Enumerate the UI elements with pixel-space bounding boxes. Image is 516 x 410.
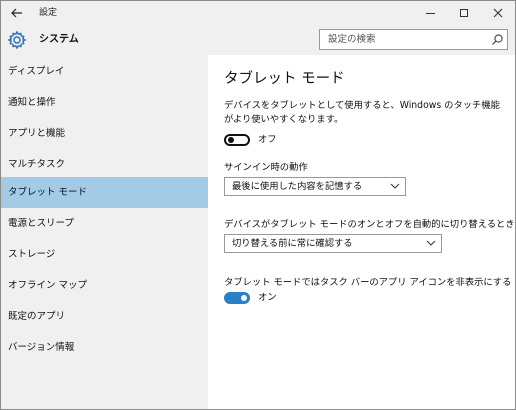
sidebar-item-tablet-mode[interactable]: タブレット モード [1, 177, 208, 208]
chevron-down-icon [390, 183, 400, 189]
main-content: タブレット モード デバイスをタブレットとして使用すると、Windows のタッ… [208, 55, 515, 409]
section-title: タブレット モード [224, 71, 345, 87]
close-icon [493, 8, 503, 18]
search-input[interactable]: 設定の検索 [319, 29, 508, 50]
close-button[interactable] [481, 1, 515, 25]
maximize-icon [460, 9, 468, 17]
sidebar-item-multitasking[interactable]: マルチタスク [1, 149, 208, 180]
signin-behavior-value: 最後に使用した内容を記憶する [232, 181, 363, 192]
sidebar-item-storage[interactable]: ストレージ [1, 239, 208, 270]
header: システム 設定の検索 [1, 25, 515, 55]
sidebar-item-notifications[interactable]: 通知と操作 [1, 87, 208, 118]
auto-switch-dropdown[interactable]: 切り替える前に常に確認する [224, 234, 442, 253]
sidebar-item-offline-maps[interactable]: オフライン マップ [1, 270, 208, 301]
window-title: 設定 [39, 8, 58, 18]
search-placeholder: 設定の検索 [328, 34, 376, 45]
hide-app-icons-toggle[interactable] [224, 292, 250, 304]
hide-app-icons-toggle-label: オン [258, 292, 277, 303]
minimize-icon [425, 12, 435, 14]
auto-switch-value: 切り替える前に常に確認する [232, 238, 353, 249]
chevron-down-icon [426, 240, 436, 246]
sidebar-item-power-sleep[interactable]: 電源とスリープ [1, 208, 208, 239]
title-bar: 設定 [1, 1, 515, 25]
tablet-mode-description: デバイスをタブレットとして使用すると、Windows のタッチ機能がより使いやす… [224, 100, 500, 125]
search-icon[interactable] [491, 33, 504, 46]
maximize-button[interactable] [447, 1, 481, 25]
auto-switch-label: デバイスがタブレット モードのオンとオフを自動的に切り替えるとき [224, 219, 515, 230]
sidebar-item-apps[interactable]: アプリと機能 [1, 118, 208, 149]
tablet-mode-toggle[interactable] [224, 134, 250, 146]
sidebar: ディスプレイ 通知と操作 アプリと機能 マルチタスク タブレット モード 電源と… [1, 55, 208, 409]
back-arrow-icon[interactable] [1, 1, 33, 25]
sidebar-item-default-apps[interactable]: 既定のアプリ [1, 301, 208, 332]
sidebar-item-display[interactable]: ディスプレイ [1, 56, 208, 87]
sidebar-item-about[interactable]: バージョン情報 [1, 332, 208, 363]
hide-app-icons-label: タブレット モードではタスク バーのアプリ アイコンを非表示にする [224, 277, 512, 288]
toggle-knob [241, 295, 247, 301]
minimize-button[interactable] [413, 1, 447, 25]
signin-behavior-label: サインイン時の動作 [224, 162, 308, 173]
gear-icon [7, 30, 27, 50]
page-title-system: システム [39, 34, 79, 45]
settings-window: 設定 システム 設定の検索 ディスプレイ 通知と操作 アプリと機能 マルチタスク… [0, 0, 516, 410]
tablet-mode-toggle-label: オフ [258, 134, 277, 145]
toggle-knob [228, 137, 234, 143]
signin-behavior-dropdown[interactable]: 最後に使用した内容を記憶する [224, 177, 406, 196]
